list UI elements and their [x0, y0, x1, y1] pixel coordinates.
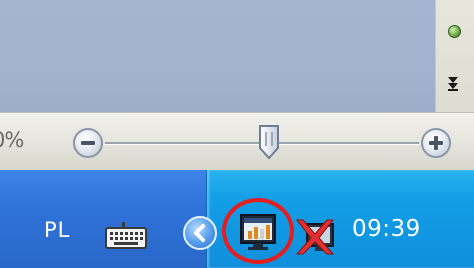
zoom-in-button[interactable]: [421, 128, 451, 158]
language-indicator[interactable]: PL: [44, 218, 70, 242]
green-status-icon[interactable]: [448, 25, 461, 38]
zoom-percent-label: 0%: [0, 128, 24, 152]
minus-icon: [81, 141, 95, 145]
screen: 0% PL: [0, 0, 474, 268]
window-side-panel: [435, 0, 474, 112]
highlight-circle: [222, 198, 294, 264]
taskbar-clock[interactable]: 09:39: [352, 216, 421, 242]
network-disconnected-icon[interactable]: [293, 216, 339, 256]
zoom-slider-thumb[interactable]: [258, 124, 280, 160]
double-chevron-down-icon[interactable]: [443, 74, 463, 94]
window-background: [0, 0, 474, 112]
chevron-left-icon: [194, 224, 205, 242]
zoom-out-button[interactable]: [73, 128, 103, 158]
plus-icon: [429, 136, 443, 150]
keyboard-icon[interactable]: [104, 222, 148, 250]
show-hidden-icons-button[interactable]: [183, 216, 217, 250]
